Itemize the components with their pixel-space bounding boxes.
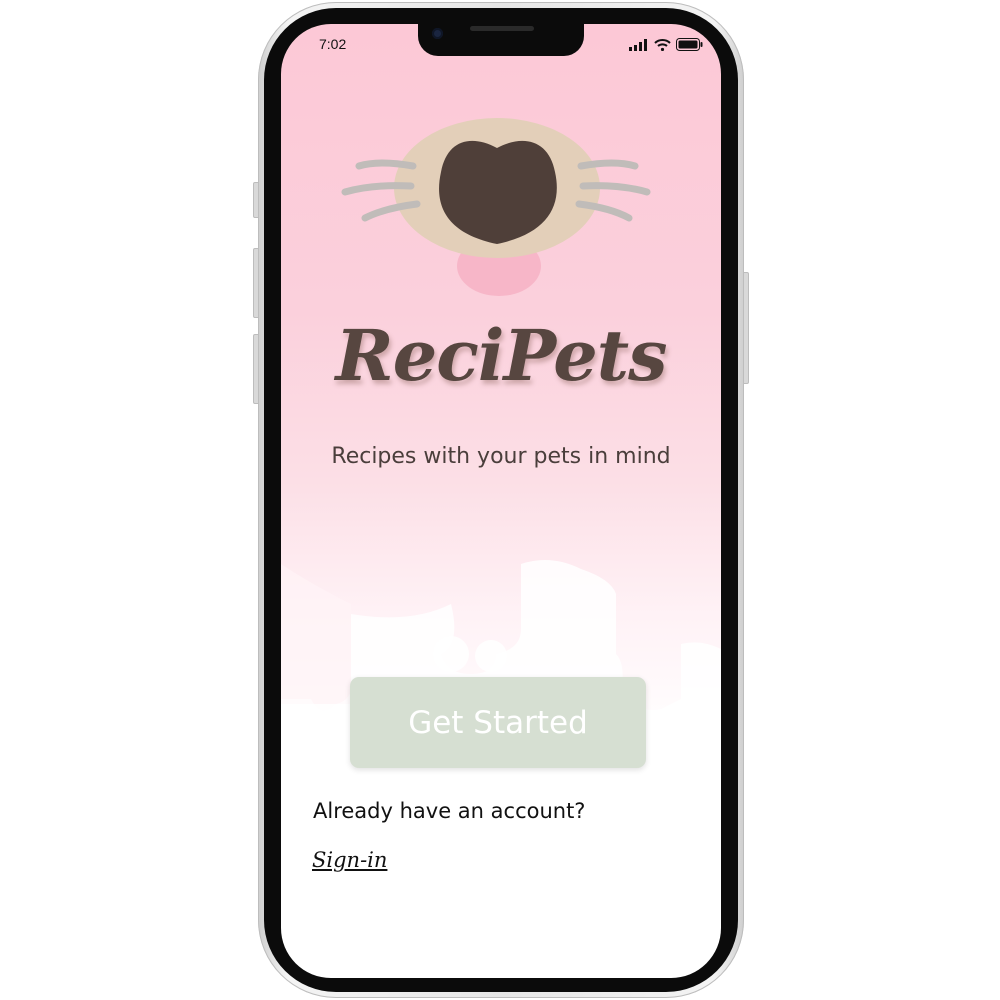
account-prompt: Already have an account?	[313, 799, 586, 823]
pet-nose-icon	[341, 118, 651, 296]
status-time: 7:02	[319, 36, 347, 52]
sign-in-link[interactable]: Sign-in	[312, 848, 387, 872]
signal-bars-icon	[629, 38, 647, 51]
camera-notch	[418, 24, 584, 56]
battery-icon	[676, 38, 703, 51]
get-started-button[interactable]: Get Started	[350, 677, 646, 768]
app-name: ReciPets	[335, 314, 668, 397]
speaker-grille	[470, 26, 534, 31]
app-screen: 7:02 ReciPets Recipes with your pets in …	[281, 24, 721, 978]
status-icons	[629, 38, 703, 51]
app-tagline: Recipes with your pets in mind	[331, 444, 671, 469]
device-stage: 7:02 ReciPets Recipes with your pets in …	[0, 0, 1000, 1000]
front-camera	[432, 28, 443, 39]
wifi-icon	[654, 38, 671, 51]
